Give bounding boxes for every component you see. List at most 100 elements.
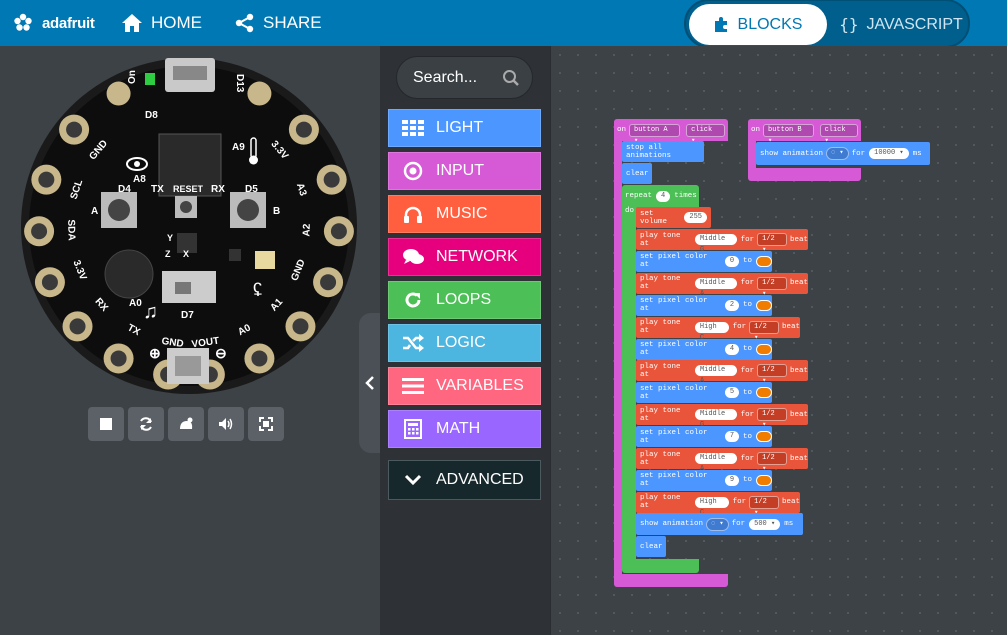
- play-tone-block[interactable]: play tone atMiddle Gfor1/2 ▾beat: [636, 229, 808, 254]
- category-logic[interactable]: LOGIC: [388, 324, 541, 362]
- set-pixel-color-block[interactable]: set pixel color at 7 to: [636, 426, 772, 448]
- top-bar: adafruit HOME SHARE BLOCKS {} JAVASCRIPT: [0, 0, 1007, 48]
- color-orange-swatch[interactable]: [756, 299, 772, 311]
- ear-icon: ʢ: [253, 280, 262, 300]
- category-loops[interactable]: LOOPS: [388, 281, 541, 319]
- light-sensor: [255, 251, 275, 269]
- animation-duration-b-input[interactable]: 10000 ▾: [869, 148, 909, 159]
- category-music[interactable]: MUSIC: [388, 195, 541, 233]
- set-pixel-color-block[interactable]: set pixel color at 2 to: [636, 294, 772, 316]
- category-variables[interactable]: VARIABLES: [388, 367, 541, 405]
- stop-button[interactable]: [88, 407, 124, 441]
- calculator-icon: [401, 417, 425, 441]
- pixel-index-input[interactable]: 7: [724, 431, 740, 443]
- color-orange-swatch[interactable]: [756, 387, 772, 399]
- play-tone-block[interactable]: play tone atMiddle Afor1/2 ▾beat: [636, 360, 808, 385]
- color-orange-swatch[interactable]: [756, 255, 772, 267]
- category-network[interactable]: NETWORK: [388, 238, 541, 276]
- refresh-icon: [401, 288, 425, 312]
- color-orange-swatch[interactable]: [756, 474, 772, 486]
- color-orange-swatch[interactable]: [756, 343, 772, 355]
- category-advanced[interactable]: ADVANCED: [388, 460, 541, 500]
- beat-dropdown[interactable]: 1/2 ▾: [749, 495, 779, 517]
- simulator-controls: [88, 407, 284, 441]
- note-input[interactable]: Middle A: [694, 365, 737, 385]
- javascript-tab[interactable]: {} JAVASCRIPT: [836, 4, 966, 45]
- restart-icon: [140, 417, 152, 431]
- final-clear-block[interactable]: clear: [636, 536, 666, 557]
- label-a9: A9: [232, 142, 245, 153]
- label-button-a: A: [91, 206, 98, 217]
- label-d5: D5: [245, 184, 258, 195]
- collapse-simulator-button[interactable]: [359, 313, 380, 453]
- event-click-b-dropdown[interactable]: click ▾: [819, 123, 858, 145]
- note-input[interactable]: Middle G: [694, 409, 737, 429]
- beat-dropdown[interactable]: 1/2 ▾: [757, 276, 787, 298]
- color-orange-swatch[interactable]: [756, 431, 772, 443]
- category-math[interactable]: MATH: [388, 410, 541, 448]
- note-input[interactable]: Middle G: [694, 234, 737, 254]
- blocks-tab[interactable]: BLOCKS: [689, 4, 827, 45]
- pin-pad[interactable]: [106, 81, 131, 106]
- note-input[interactable]: High C: [694, 321, 729, 342]
- show-animation-b-block[interactable]: show animation ◌ ▾ for 10000 ▾ ms: [756, 142, 930, 165]
- repeat-count-input[interactable]: 4: [656, 190, 671, 202]
- plus-icon: ⊕: [149, 345, 161, 361]
- animation-duration-input[interactable]: 500 ▾: [749, 518, 781, 530]
- pin-pad[interactable]: [247, 81, 272, 106]
- category-input[interactable]: INPUT: [388, 152, 541, 190]
- beat-dropdown[interactable]: 1/2 ▾: [757, 408, 787, 429]
- home-button[interactable]: HOME: [121, 0, 202, 46]
- event-click-dropdown[interactable]: click ▾: [686, 123, 725, 145]
- toolbox-search-input[interactable]: Search...: [396, 56, 533, 99]
- play-tone-block[interactable]: play tone atMiddle Afor1/2 ▾beat: [636, 448, 808, 473]
- slow-motion-button[interactable]: [168, 407, 204, 441]
- fullscreen-button[interactable]: [248, 407, 284, 441]
- show-animation-block[interactable]: show animation ◌ ▾ for 500 ▾ ms: [636, 513, 803, 535]
- pixel-index-input[interactable]: 0: [724, 255, 740, 267]
- play-tone-block[interactable]: play tone atMiddle Gfor1/2 ▾beat: [636, 404, 808, 429]
- share-button[interactable]: SHARE: [235, 0, 322, 46]
- note-input[interactable]: Middle A: [694, 277, 737, 298]
- home-icon: [122, 14, 142, 32]
- blocks-tab-label: BLOCKS: [737, 15, 803, 33]
- button-b-dropdown[interactable]: button B ▾: [763, 123, 814, 145]
- clear-block[interactable]: clear: [622, 163, 652, 184]
- speaker: [104, 249, 154, 299]
- button-a-dropdown[interactable]: button A ▾: [629, 123, 681, 145]
- play-tone-block[interactable]: play tone atHigh Cfor1/2 ▾beat: [636, 316, 800, 342]
- blocks-workspace[interactable]: on button A ▾ click ▾ stop all animation…: [550, 46, 1007, 635]
- set-pixel-color-block[interactable]: set pixel color at 5 to: [636, 382, 772, 404]
- shuffle-icon: [401, 331, 425, 355]
- pixel-index-input[interactable]: 4: [724, 343, 740, 355]
- animation-picker-b[interactable]: ◌ ▾: [826, 147, 849, 160]
- play-tone-block[interactable]: play tone atHigh Cfor1/2 ▾beat: [636, 491, 800, 517]
- search-icon: [503, 70, 519, 86]
- share-icon: [235, 13, 254, 33]
- pixel-index-input[interactable]: 5: [724, 387, 740, 399]
- beat-dropdown[interactable]: 1/2 ▾: [749, 320, 779, 342]
- note-input[interactable]: High C: [694, 496, 729, 517]
- set-pixel-color-block[interactable]: set pixel color at 4 to: [636, 338, 772, 360]
- play-tone-block[interactable]: play tone atMiddle Afor1/2 ▾beat: [636, 272, 808, 298]
- volume-input[interactable]: 255: [684, 212, 707, 223]
- adafruit-logo[interactable]: adafruit: [12, 0, 95, 46]
- pixel-index-input[interactable]: 9: [724, 474, 740, 486]
- beat-dropdown[interactable]: 1/2 ▾: [757, 452, 787, 473]
- set-volume-block[interactable]: set volume 255: [636, 207, 711, 228]
- restart-button[interactable]: [128, 407, 164, 441]
- pixel-index-input[interactable]: 2: [724, 299, 740, 311]
- category-light[interactable]: LIGHT: [388, 109, 541, 147]
- simulator-panel: GND SCL SDA 3.3V RX TX GND 3.3V A3 A2 GND A1 A0 VOUT: [0, 46, 380, 635]
- circuit-playground-board[interactable]: GND SCL SDA 3.3V RX TX GND 3.3V A3 A2 GND A1 A0 VOUT: [19, 56, 359, 396]
- sound-button[interactable]: [208, 407, 244, 441]
- set-pixel-color-block[interactable]: set pixel color at 9 to: [636, 469, 772, 491]
- stop-all-animations-block[interactable]: stop all animations: [622, 141, 704, 162]
- animation-picker[interactable]: ◌ ▾: [706, 517, 729, 531]
- beat-dropdown[interactable]: 1/2 ▾: [757, 364, 787, 385]
- set-pixel-color-block[interactable]: set pixel color at 0 to: [636, 250, 772, 272]
- beat-dropdown[interactable]: 1/2 ▾: [757, 233, 787, 254]
- note-input[interactable]: Middle A: [694, 453, 737, 473]
- do-keyword: do: [625, 207, 635, 215]
- headphones-icon: [401, 202, 425, 226]
